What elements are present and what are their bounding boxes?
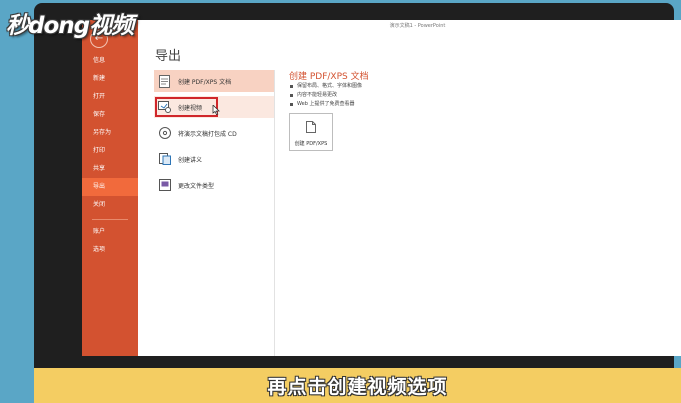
nav-item-close[interactable]: 关闭 — [82, 196, 138, 214]
option-create-handouts[interactable]: 创建讲义 — [154, 148, 274, 170]
nav-item-save[interactable]: 保存 — [82, 106, 138, 124]
backstage-nav: ← 信息 新建 打开 保存 另存为 打印 共享 导出 关闭 账户 选项 — [82, 20, 138, 356]
mouse-cursor-icon — [212, 104, 220, 116]
cd-icon — [158, 127, 171, 140]
nav-item-open[interactable]: 打开 — [82, 88, 138, 106]
bullet-item: 内容不能轻易更改 — [289, 91, 362, 100]
nav-divider — [92, 219, 128, 220]
detail-bullets: 保留布局、格式、字体和图像 内容不能轻易更改 Web 上提供了免费查看器 — [289, 82, 362, 109]
nav-item-account[interactable]: 账户 — [82, 223, 138, 241]
detail-title: 创建 PDF/XPS 文档 — [289, 72, 369, 82]
pdf-document-icon — [158, 74, 171, 88]
pdf-document-icon — [306, 118, 316, 137]
handout-icon — [158, 153, 171, 166]
page-title: 导出 — [155, 49, 182, 64]
nav-item-save-as[interactable]: 另存为 — [82, 124, 138, 142]
option-label: 创建视频 — [178, 104, 203, 112]
option-label: 创建 PDF/XPS 文档 — [178, 78, 232, 86]
nav-item-export[interactable]: 导出 — [82, 178, 138, 196]
nav-item-info[interactable]: 信息 — [82, 52, 138, 70]
powerpoint-window: 演示文稿1 - PowerPoint ← 信息 新建 打开 保存 另存为 打印 … — [82, 20, 681, 356]
option-create-video[interactable]: 创建视频 — [154, 96, 274, 118]
bullet-item: 保留布局、格式、字体和图像 — [289, 82, 362, 91]
create-pdf-xps-button[interactable]: 创建 PDF/XPS — [289, 113, 333, 151]
nav-item-new[interactable]: 新建 — [82, 70, 138, 88]
nav-item-share[interactable]: 共享 — [82, 160, 138, 178]
option-label: 将演示文稿打包成 CD — [178, 130, 237, 138]
subtitle-caption-bar: 再点击创建视频选项 — [34, 368, 681, 403]
nav-item-print[interactable]: 打印 — [82, 142, 138, 160]
bullet-item: Web 上提供了免费查看器 — [289, 100, 362, 109]
panel-divider — [274, 70, 275, 356]
monitor-frame: 演示文稿1 - PowerPoint ← 信息 新建 打开 保存 另存为 打印 … — [34, 3, 681, 403]
create-button-label: 创建 PDF/XPS — [294, 140, 328, 147]
nav-item-options[interactable]: 选项 — [82, 241, 138, 259]
watermark-logo: 秒dong视频 — [6, 13, 134, 39]
option-package-cd[interactable]: 将演示文稿打包成 CD — [154, 122, 274, 144]
option-label: 创建讲义 — [178, 156, 203, 164]
option-label: 更改文件类型 — [178, 182, 215, 190]
subtitle-text: 再点击创建视频选项 — [267, 376, 448, 398]
window-title: 演示文稿1 - PowerPoint — [389, 23, 446, 29]
option-create-pdf-xps[interactable]: 创建 PDF/XPS 文档 — [154, 70, 274, 92]
option-change-file-type[interactable]: 更改文件类型 — [154, 174, 274, 196]
video-icon — [158, 101, 171, 114]
file-type-icon — [158, 179, 171, 192]
